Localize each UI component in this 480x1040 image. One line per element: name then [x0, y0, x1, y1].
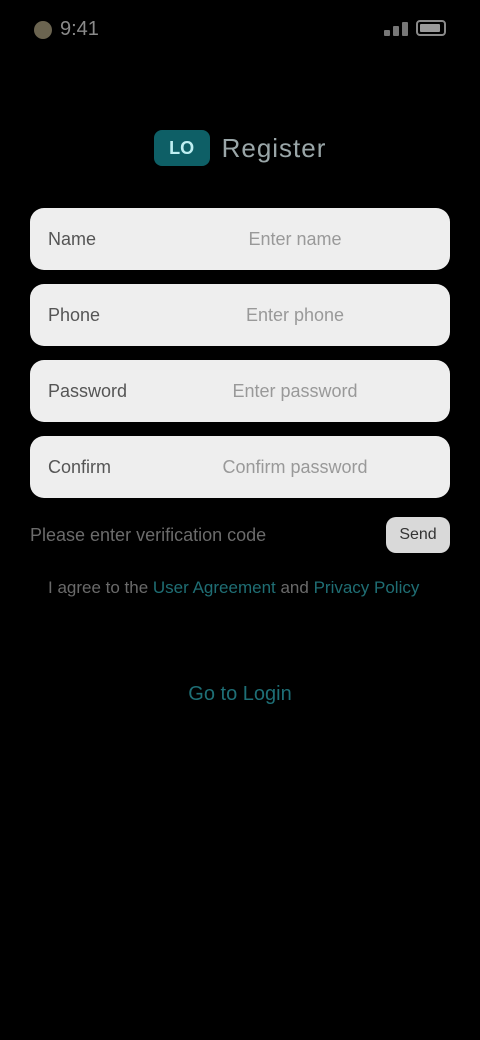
brand-logo: LO: [153, 130, 210, 166]
battery-icon: [416, 20, 446, 36]
phone-label: Phone: [48, 304, 101, 325]
name-field[interactable]: Name: [30, 208, 450, 270]
status-time: 9:41: [60, 18, 99, 40]
phone-input[interactable]: [158, 303, 432, 327]
agreement-text: I agree to the User Agreement and Privac…: [48, 575, 432, 601]
status-bar: 9:41: [0, 0, 480, 60]
signal-icon: [384, 20, 408, 36]
verification-text: Please enter verification code: [30, 524, 267, 545]
name-input[interactable]: [158, 227, 432, 251]
register-form: Name Phone Password Confirm: [30, 208, 450, 512]
confirm-password-field[interactable]: Confirm: [30, 436, 450, 498]
name-label: Name: [48, 228, 97, 249]
phone-field[interactable]: Phone: [30, 284, 450, 346]
password-input[interactable]: [158, 379, 432, 403]
notification-icon: [34, 20, 52, 39]
status-right: [384, 20, 446, 36]
confirm-label: Confirm: [48, 456, 112, 477]
page-title: Register: [221, 132, 327, 163]
send-code-button[interactable]: Send: [386, 517, 450, 553]
agreement-prefix: I agree to the: [48, 578, 153, 597]
password-field[interactable]: Password: [30, 360, 450, 422]
verification-row: Please enter verification code Send: [30, 510, 450, 560]
password-label: Password: [48, 380, 128, 401]
confirm-password-input[interactable]: [158, 455, 432, 479]
brand-header: LO Register: [0, 130, 480, 166]
status-left: 9:41: [34, 18, 99, 41]
login-link[interactable]: Go to Login: [150, 672, 330, 716]
agreement-middle: and: [275, 578, 314, 597]
privacy-policy-link[interactable]: Privacy Policy: [314, 578, 420, 597]
user-agreement-link[interactable]: User Agreement: [153, 578, 276, 597]
